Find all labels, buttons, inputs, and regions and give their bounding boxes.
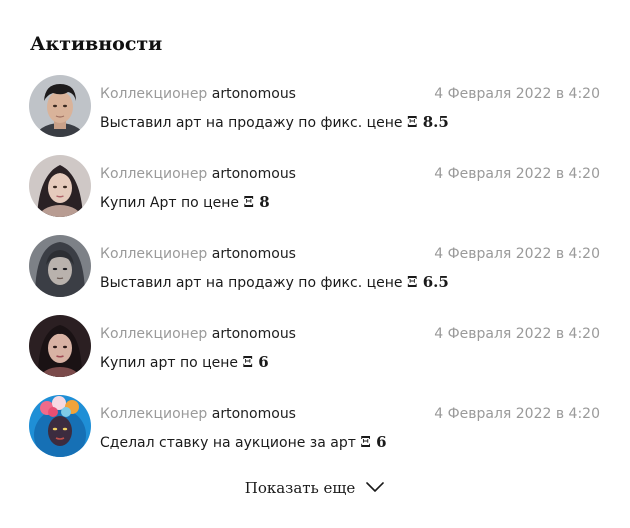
show-more-button[interactable]: Показать еще <box>0 477 630 499</box>
activity-meta: Коллекционер artonomous <box>100 165 296 183</box>
activity-action-text: Купил Арт по цене <box>100 195 244 211</box>
activity-description: Купил арт по цене Ξ 6 <box>100 352 269 373</box>
activity-role: Коллекционер <box>100 326 208 342</box>
activity-username-link[interactable]: artonomous <box>212 246 296 262</box>
activity-description: Выставил арт на продажу по фикс. цене Ξ … <box>100 272 449 293</box>
activity-item: Коллекционер artonomous 4 Февраля 2022 в… <box>0 75 630 137</box>
activity-action-text: Купил арт по цене <box>100 355 243 371</box>
activity-description: Выставил арт на продажу по фикс. цене Ξ … <box>100 112 449 133</box>
activity-description: Купил Арт по цене Ξ 8 <box>100 192 270 213</box>
activity-username-link[interactable]: artonomous <box>212 86 296 102</box>
show-more-label: Показать еще <box>244 479 356 497</box>
avatar-floral-character-icon[interactable] <box>29 395 91 457</box>
activity-price: Ξ 6 <box>360 433 387 451</box>
activity-role: Коллекционер <box>100 246 208 262</box>
avatar-young-woman-icon[interactable] <box>29 155 91 217</box>
activity-username-link[interactable]: artonomous <box>212 406 296 422</box>
activity-meta: Коллекционер artonomous <box>100 325 296 343</box>
activity-action-text: Сделал ставку на аукционе за арт <box>100 435 361 451</box>
chevron-down-icon <box>365 477 385 499</box>
activity-date: 4 Февраля 2022 в 4:20 <box>434 86 600 102</box>
activity-item: Коллекционер artonomous 4 Февраля 2022 в… <box>0 235 630 297</box>
section-title: Активности <box>30 33 163 55</box>
activity-item: Коллекционер artonomous 4 Февраля 2022 в… <box>0 395 630 457</box>
activity-meta: Коллекционер artonomous <box>100 85 296 103</box>
activity-price: Ξ 8.5 <box>406 113 449 131</box>
activity-price: Ξ 6.5 <box>406 273 449 291</box>
activity-item: Коллекционер artonomous 4 Февраля 2022 в… <box>0 155 630 217</box>
activity-date: 4 Февраля 2022 в 4:20 <box>434 166 600 182</box>
activity-action-text: Выставил арт на продажу по фикс. цене <box>100 275 407 291</box>
activity-username-link[interactable]: artonomous <box>212 326 296 342</box>
activity-date: 4 Февраля 2022 в 4:20 <box>434 326 600 342</box>
activity-role: Коллекционер <box>100 406 208 422</box>
avatar-young-man-icon[interactable] <box>29 75 91 137</box>
activity-description: Сделал ставку на аукционе за арт Ξ 6 <box>100 432 387 453</box>
activity-price: Ξ 6 <box>242 353 269 371</box>
avatar-dark-haired-woman-icon[interactable] <box>29 315 91 377</box>
activity-meta: Коллекционер artonomous <box>100 245 296 263</box>
activity-role: Коллекционер <box>100 166 208 182</box>
activity-date: 4 Февраля 2022 в 4:20 <box>434 406 600 422</box>
activity-item: Коллекционер artonomous 4 Февраля 2022 в… <box>0 315 630 377</box>
activity-date: 4 Февраля 2022 в 4:20 <box>434 246 600 262</box>
activity-price: Ξ 8 <box>243 193 270 211</box>
avatar-hooded-figure-icon[interactable] <box>29 235 91 297</box>
activity-action-text: Выставил арт на продажу по фикс. цене <box>100 115 407 131</box>
activity-username-link[interactable]: artonomous <box>212 166 296 182</box>
activity-meta: Коллекционер artonomous <box>100 405 296 423</box>
activity-role: Коллекционер <box>100 86 208 102</box>
